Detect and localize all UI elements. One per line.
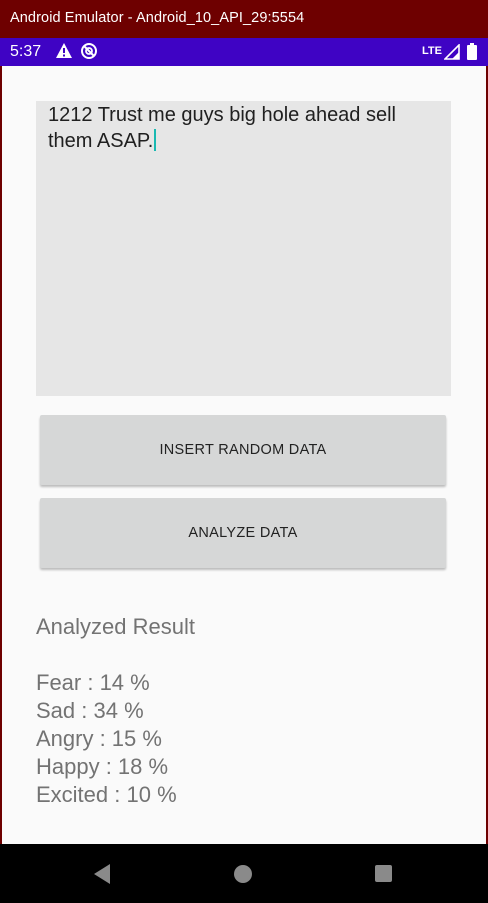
result-sad: Sad : 34 % — [36, 698, 144, 723]
home-icon[interactable] — [234, 865, 252, 883]
insert-random-data-button[interactable]: INSERT RANDOM DATA — [40, 415, 446, 485]
status-bar: 5:37 LTE — [0, 38, 488, 66]
message-text: last message is at 1218 now it is around… — [48, 104, 396, 152]
do-not-disturb-icon — [81, 43, 97, 59]
result-list: Fear : 14 % Sad : 34 % Angry : 15 % Happ… — [36, 669, 177, 809]
status-time: 5:37 — [10, 43, 42, 60]
emulator-title-bar: Android Emulator - Android_10_API_29:555… — [0, 0, 488, 38]
result-angry: Angry : 15 % — [36, 726, 162, 751]
result-happy: Happy : 18 % — [36, 754, 169, 779]
result-fear: Fear : 14 % — [36, 670, 150, 695]
warning-icon — [56, 43, 72, 58]
battery-icon — [467, 43, 477, 60]
message-input-text: last message is at 1218 now it is around… — [48, 101, 443, 154]
back-icon[interactable] — [92, 863, 112, 885]
network-type: LTE — [422, 45, 442, 57]
result-excited: Excited : 10 % — [36, 782, 177, 807]
window-title: Android Emulator - Android_10_API_29:555… — [10, 10, 305, 26]
signal-icon — [444, 44, 460, 60]
analyzed-result-heading: Analyzed Result — [36, 614, 195, 639]
text-cursor — [154, 129, 157, 151]
app-screen: last message is at 1218 now it is around… — [2, 66, 486, 844]
analyze-data-button[interactable]: ANALYZE DATA — [40, 498, 446, 568]
navigation-bar — [0, 844, 488, 903]
recents-icon[interactable] — [375, 865, 392, 882]
message-input[interactable]: last message is at 1218 now it is around… — [36, 101, 451, 396]
